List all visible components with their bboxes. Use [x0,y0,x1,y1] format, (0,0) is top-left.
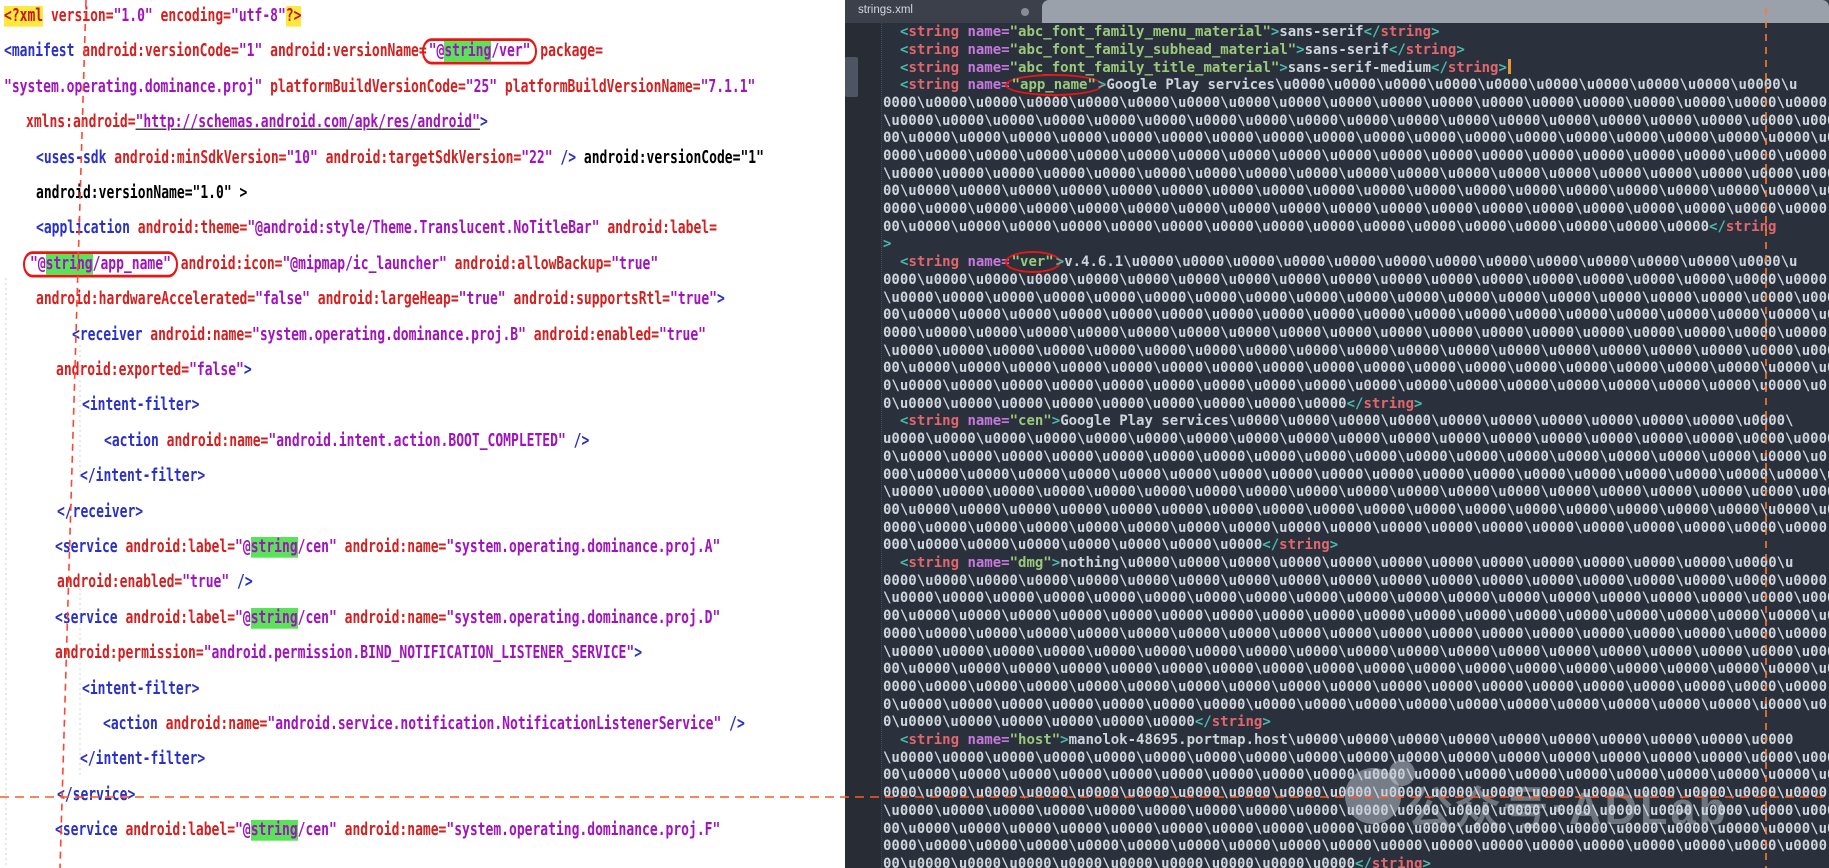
strings-code-line: 00\u0000\u0000\u0000\u0000\u0000\u0000\u… [883,130,1829,146]
editor-gutter [845,23,881,868]
strings-code-line: 0000\u0000\u0000\u0000\u0000\u0000\u0000… [883,95,1827,111]
strings-code-line: 0000\u0000\u0000\u0000\u0000\u0000\u0000… [883,520,1827,536]
manifest-code-line: <uses-sdk android:minSdkVersion="10" and… [36,148,764,169]
text-cursor [1508,59,1511,74]
screen: <?xml version="1.0" encoding="utf-8"?> <m… [0,0,1829,868]
strings-code-line: 000\u0000\u0000\u0000\u0000\u0000\u0000\… [883,537,1338,553]
red-box-annotation: "@string/ver" [422,39,538,65]
strings-code-line: \u0000\u0000\u0000\u0000\u0000\u0000\u00… [883,803,1829,819]
scrollbar-thumb[interactable] [845,57,858,97]
manifest-code-line: <application android:theme="@android:sty… [36,218,717,239]
manifest-code-line: </intent-filter> [80,749,205,770]
strings-code-line: 0000\u0000\u0000\u0000\u0000\u0000\u0000… [883,201,1827,217]
strings-code-line: 00\u0000\u0000\u0000\u0000\u0000\u0000\u… [883,219,1776,235]
strings-code-line: \u0000\u0000\u0000\u0000\u0000\u0000\u00… [883,343,1829,359]
manifest-code-line: </receiver> [57,502,143,523]
red-ellipse-annotation: "app_name" [1005,74,1103,96]
manifest-code-line: android:exported="false"> [56,360,252,381]
manifest-code-line: android:permission="android.permission.B… [55,643,642,664]
strings-code-line: 00\u0000\u0000\u0000\u0000\u0000\u0000\u… [883,307,1829,323]
strings-code-line: 0\u0000\u0000\u0000\u0000\u0000\u0000\u0… [883,697,1827,713]
strings-code-line: \u0000\u0000\u0000\u0000\u0000\u0000\u00… [883,290,1829,306]
manifest-code-line: <service android:label="@string/cen" and… [55,608,720,629]
strings-code-line: 00\u0000\u0000\u0000\u0000\u0000\u0000\u… [883,502,1829,518]
manifest-code-line: xmlns:android="http://schemas.android.co… [26,112,488,133]
strings-code-line: 0\u0000\u0000\u0000\u0000\u0000\u0000\u0… [883,449,1827,465]
manifest-code-line: <service android:label="@string/cen" and… [55,537,720,558]
strings-code-line: 00\u0000\u0000\u0000\u0000\u0000\u0000\u… [883,767,1829,783]
strings-code-line: 00\u0000\u0000\u0000\u0000\u0000\u0000\u… [883,183,1829,199]
strings-code-line: <string name="abc_font_family_subhead_ma… [900,42,1465,58]
strings-code-line: \u0000\u0000\u0000\u0000\u0000\u0000\u00… [883,590,1829,606]
strings-code-line: <string name="abc_font_family_title_mate… [900,59,1511,76]
manifest-code-line: <action android:name="android.service.no… [103,714,745,735]
strings-code-line: 0000\u0000\u0000\u0000\u0000\u0000\u0000… [883,785,1827,801]
strings-code-line: 0000\u0000\u0000\u0000\u0000\u0000\u0000… [883,272,1827,288]
strings-code-line: <string name="app_name">Google Play serv… [900,77,1797,93]
strings-code-line: 00\u0000\u0000\u0000\u0000\u0000\u0000\u… [883,608,1829,624]
tab-strings-xml[interactable]: strings.xml [858,4,913,16]
manifest-code-line: "@string/app_name" android:icon="@mipmap… [28,254,658,275]
strings-code-line: \u0000\u0000\u0000\u0000\u0000\u0000\u00… [883,113,1829,129]
manifest-code-line: </service> [57,785,135,806]
strings-code-line: > [883,236,891,252]
strings-code-line: 0\u0000\u0000\u0000\u0000\u0000\u0000</s… [883,714,1271,730]
strings-code-line: 0000\u0000\u0000\u0000\u0000\u0000\u0000… [883,679,1827,695]
strings-code-line: <string name="abc_font_family_menu_mater… [900,24,1440,40]
strings-code-line: 0000\u0000\u0000\u0000\u0000\u0000\u0000… [883,838,1827,854]
strings-code-line: <string name="host">manolok-48695.portma… [900,732,1793,748]
strings-code-line: 0000\u0000\u0000\u0000\u0000\u0000\u0000… [883,148,1827,164]
strings-code-line: <string name="cen">Google Play services\… [900,413,1794,429]
manifest-code-line: <action android:name="android.intent.act… [104,431,589,452]
strings-code-line: 0000\u0000\u0000\u0000\u0000\u0000\u0000… [883,573,1827,589]
indent-guide [881,23,882,868]
manifest-code-line: <receiver android:name="system.operating… [72,325,706,346]
manifest-code-line: android:enabled="true" /> [57,572,253,593]
tab-bar: strings.xml [845,0,1829,23]
modified-dot-icon [1021,8,1029,16]
strings-code-line: \u0000\u0000\u0000\u0000\u0000\u0000\u00… [883,166,1829,182]
strings-code-line: 00\u0000\u0000\u0000\u0000\u0000\u0000\u… [883,661,1829,677]
strings-code-line: <string name="dmg">nothing\u0000\u0000\u… [900,555,1794,571]
strings-code-line: 000\u0000\u0000\u0000\u0000\u0000\u0000\… [883,467,1829,483]
strings-code-line: 00\u0000\u0000\u0000\u0000\u0000\u0000\u… [883,821,1829,837]
red-ellipse-annotation: "ver" [1005,251,1061,273]
strings-code-line: \u0000\u0000\u0000\u0000\u0000\u0000\u00… [883,644,1829,660]
manifest-code-line: "system.operating.dominance.proj" platfo… [4,77,755,98]
strings-code-line: \u0000\u0000\u0000\u0000\u0000\u0000\u00… [883,484,1829,500]
red-box-annotation: "@string/app_name" [23,251,178,277]
strings-code-line: 0\u0000\u0000\u0000\u0000\u0000\u0000\u0… [883,378,1827,394]
manifest-code-line: <manifest android:versionCode="1" androi… [4,41,603,62]
manifest-code-line: <service android:label="@string/cen" and… [55,820,720,841]
manifest-code-line: <intent-filter> [82,395,199,416]
strings-code-line: 0000\u0000\u0000\u0000\u0000\u0000\u0000… [883,325,1827,341]
strings-editor[interactable]: strings.xml <string name="abc_font_famil… [845,0,1829,868]
strings-code-line: 0000\u0000\u0000\u0000\u0000\u0000\u0000… [883,626,1827,642]
strings-code-line: 00\u0000\u0000\u0000\u0000\u0000\u0000\u… [883,856,1431,868]
strings-code-line: <string name="ver">v.4.6.1\u0000\u0000\u… [900,254,1798,270]
strings-code-line: u0000\u0000\u0000\u0000\u0000\u0000\u000… [883,431,1829,447]
strings-code-line: 00\u0000\u0000\u0000\u0000\u0000\u0000\u… [883,360,1829,376]
manifest-code-line: <intent-filter> [82,679,199,700]
manifest-code-line: android:versionName="1.0" > [36,183,247,204]
manifest-code-line: </intent-filter> [80,466,205,487]
manifest-code-line: <?xml version="1.0" encoding="utf-8"?> [4,6,301,27]
manifest-code-line: android:hardwareAccelerated="false" andr… [36,289,725,310]
strings-code-line: \u0000\u0000\u0000\u0000\u0000\u0000\u00… [883,750,1829,766]
manifest-editor[interactable]: <?xml version="1.0" encoding="utf-8"?> <m… [0,0,845,868]
strings-code-line: 0\u0000\u0000\u0000\u0000\u0000\u0000\u0… [883,396,1422,412]
tab-strip-empty[interactable] [1042,0,1829,23]
